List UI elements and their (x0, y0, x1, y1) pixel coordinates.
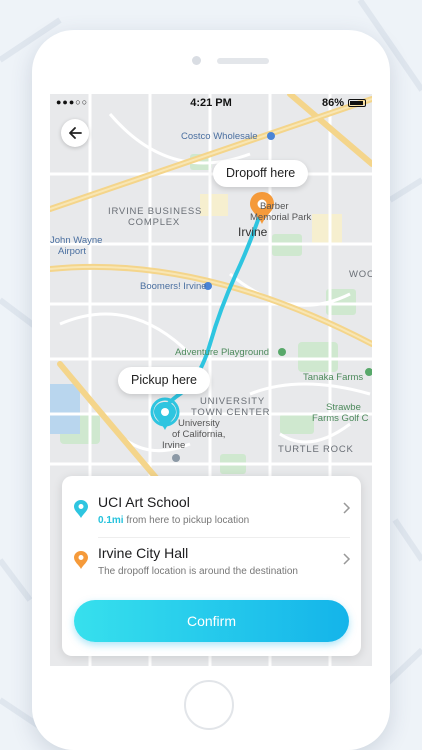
dropoff-pin-icon (74, 551, 88, 569)
dropoff-bubble[interactable]: Dropoff here (213, 160, 309, 187)
back-button[interactable] (61, 119, 89, 147)
dropoff-location-row[interactable]: Irvine City Hall The dropoff location is… (62, 541, 361, 593)
dropoff-subtitle: The dropoff location is around the desti… (98, 566, 298, 577)
map-label-john-wayne-line2: Airport (58, 246, 86, 257)
map-label-business-complex-line2: COMPLEX (128, 217, 181, 228)
confirm-button[interactable]: Confirm (74, 600, 349, 642)
map-label-john-wayne-line1: John Wayne (50, 235, 103, 246)
map-label-irvine: Irvine (238, 225, 268, 239)
map-label-strawberry-line1: Strawbe (326, 402, 361, 413)
map-label-memorial-park: Memorial Park (250, 212, 312, 223)
pickup-title: UCI Art School (98, 494, 190, 510)
map-label-costco: Costco Wholesale (181, 131, 258, 142)
map-label-barber: Barber (260, 201, 289, 212)
map-label-university-line1: UNIVERSITY (200, 396, 266, 407)
pickup-subtitle: 0.1mi from here to pickup location (98, 515, 249, 526)
row-divider (98, 537, 350, 538)
battery-icon (348, 99, 366, 107)
pickup-pin-icon (74, 500, 88, 518)
map-label-university-line2: TOWN CENTER (191, 407, 271, 418)
app-screen: Costco Wholesale IRVINE BUSINESS COMPLEX… (50, 94, 372, 666)
map-label-uci-line3: Irvine (162, 440, 186, 451)
map-label-uci-line1: University (178, 418, 220, 429)
home-button[interactable] (184, 680, 234, 730)
pickup-distance: 0.1mi (98, 515, 124, 526)
arrow-left-icon (69, 127, 82, 139)
chevron-right-icon (343, 502, 351, 514)
map-label-strawberry-line2: Farms Golf C (312, 413, 369, 424)
map-label-uci-line2: of California, (172, 429, 226, 440)
map-label-turtle-rock: TURTLE ROCK (278, 444, 354, 455)
map-label-boomers: Boomers! Irvine (140, 281, 207, 292)
location-sheet: UCI Art School 0.1mi from here to pickup… (62, 476, 361, 656)
pickup-bubble[interactable]: Pickup here (118, 367, 211, 394)
map-label-business-complex-line1: IRVINE BUSINESS (108, 206, 203, 217)
map-label-adventure-playground: Adventure Playground (175, 347, 270, 358)
pickup-subtitle-text: from here to pickup location (126, 515, 250, 526)
battery-percent: 86% (321, 97, 344, 109)
map-label-woo: WOO (349, 269, 372, 280)
chevron-right-icon (343, 553, 351, 565)
map-label-tanaka-farms: Tanaka Farms (303, 372, 364, 383)
pickup-location-row[interactable]: UCI Art School 0.1mi from here to pickup… (62, 490, 361, 542)
status-bar: ●●●○○ 4:21 PM 86% (50, 94, 372, 112)
speaker-grille (217, 58, 269, 64)
camera-dot (192, 56, 201, 65)
dropoff-title: Irvine City Hall (98, 545, 189, 561)
